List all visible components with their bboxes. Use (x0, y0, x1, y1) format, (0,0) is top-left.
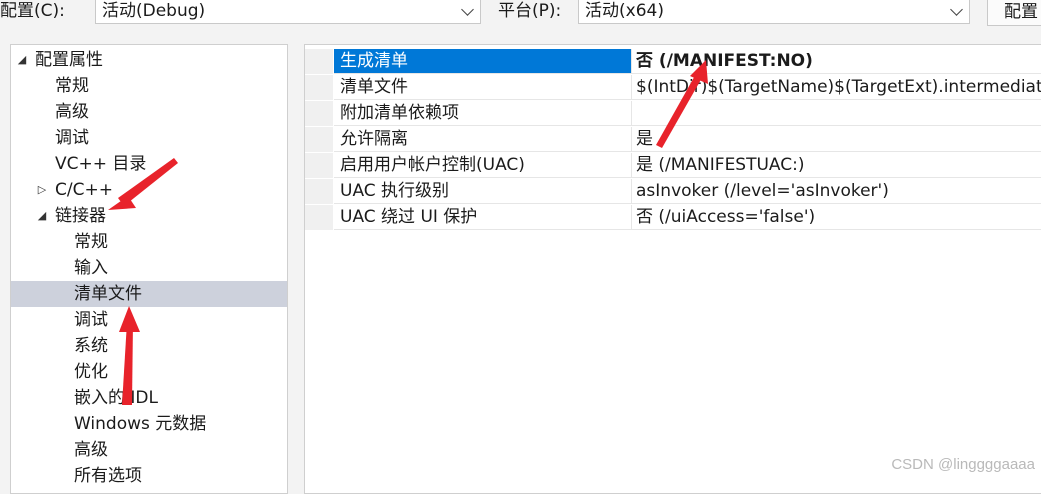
tree-item[interactable]: 嵌入的 IDL (11, 385, 287, 411)
tree-item[interactable]: 高级 (11, 99, 287, 125)
tree-item-label: 所有选项 (74, 466, 142, 486)
property-row[interactable]: 允许隔离是 (305, 127, 1041, 153)
platform-label: 平台(P): (498, 1, 562, 21)
property-grid: 生成清单否 (/MANIFEST:NO) 清单文件 $(IntDir)$(Targe… (304, 44, 1041, 494)
tree-item-label: 优化 (74, 362, 108, 382)
property-value[interactable]: 是 (632, 127, 1041, 152)
expand-arrow-icon[interactable]: ▷ (35, 177, 49, 203)
tree-item-label: Windows 元数据 (74, 414, 207, 434)
property-name[interactable]: 生成清单 (334, 49, 632, 74)
tree-item-label: 调试 (55, 128, 89, 148)
collapse-arrow-icon[interactable]: ◢ (15, 47, 29, 73)
property-value[interactable]: 否 (/uiAccess='false') (632, 205, 1041, 230)
tree-item-label: 输入 (74, 258, 108, 278)
property-row[interactable]: 附加清单依赖项 (305, 101, 1041, 127)
tree-item[interactable]: VC++ 目录 (11, 151, 287, 177)
property-name[interactable]: 附加清单依赖项 (334, 101, 632, 126)
tree-item[interactable]: ◢ 链接器 (11, 203, 287, 229)
platform-value: 活动(x64) (585, 1, 664, 21)
property-name[interactable]: UAC 绕过 UI 保护 (334, 205, 632, 230)
platform-dropdown[interactable]: 活动(x64) (578, 0, 970, 24)
tree-item-label: 系统 (74, 336, 108, 356)
tree-item[interactable]: 系统 (11, 333, 287, 359)
tree-item-label: 调试 (74, 310, 108, 330)
tree-item-label: 链接器 (55, 206, 106, 226)
tree-item[interactable]: ◢ 配置属性 (11, 47, 287, 73)
tree-item[interactable]: 调试 (11, 307, 287, 333)
tree-item-label: 清单文件 (74, 284, 142, 304)
row-gutter (305, 49, 333, 74)
tree-item-label: 常规 (74, 232, 108, 252)
tree-item[interactable]: 所有选项 (11, 463, 287, 489)
tree-item-label: 配置属性 (35, 50, 103, 70)
tree-item[interactable]: 调试 (11, 125, 287, 151)
row-gutter (305, 127, 333, 152)
tree-item[interactable]: 高级 (11, 437, 287, 463)
tree-item[interactable]: 清单文件 (11, 281, 287, 307)
property-value[interactable]: asInvoker (/level='asInvoker') (632, 179, 1041, 204)
tree-item[interactable]: 输入 (11, 255, 287, 281)
property-name[interactable]: UAC 执行级别 (334, 179, 632, 204)
tree-item-label: VC++ 目录 (55, 154, 147, 174)
property-value[interactable]: 是 (/MANIFESTUAC:) (632, 153, 1041, 178)
property-value[interactable]: 否 (/MANIFEST:NO) (632, 49, 1041, 74)
configuration-value: 活动(Debug) (102, 1, 206, 21)
row-gutter (305, 153, 333, 178)
row-gutter (305, 75, 333, 100)
property-row[interactable]: UAC 绕过 UI 保护否 (/uiAccess='false') (305, 205, 1041, 231)
tree-item[interactable]: 优化 (11, 359, 287, 385)
configuration-dropdown[interactable]: 活动(Debug) (95, 0, 481, 24)
tree-item[interactable]: 常规 (11, 73, 287, 99)
property-name[interactable]: 清单文件 (334, 75, 632, 100)
property-row[interactable]: 启用用户帐户控制(UAC) 是 (/MANIFESTUAC:) (305, 153, 1041, 179)
property-name[interactable]: 启用用户帐户控制(UAC) (334, 153, 632, 178)
watermark: CSDN @linggggaaaa (891, 456, 1035, 473)
tree-item-label: C/C++ (55, 180, 113, 200)
property-tree: ◢ 配置属性 常规 高级 调试 VC++ 目录 ▷ C/C++ ◢ 链接器 常规 输入 清单文件 调试 系统… (10, 44, 288, 494)
property-name[interactable]: 允许隔离 (334, 127, 632, 152)
row-gutter (305, 205, 333, 230)
property-row[interactable]: 清单文件 $(IntDir)$(TargetName)$(TargetExt).i… (305, 75, 1041, 101)
tree-item[interactable]: ▷ C/C++ (11, 177, 287, 203)
chevron-down-icon (950, 3, 963, 16)
property-row[interactable]: 生成清单否 (/MANIFEST:NO) (305, 49, 1041, 75)
property-value[interactable] (632, 101, 1041, 126)
configuration-label: 配置(C): (0, 1, 65, 21)
row-gutter (305, 179, 333, 204)
row-gutter (305, 101, 333, 126)
tree-item-label: 常规 (55, 76, 89, 96)
chevron-down-icon (461, 3, 474, 16)
tree-item-label: 高级 (74, 440, 108, 460)
property-value[interactable]: $(IntDir)$(TargetName)$(TargetExt).inter… (632, 75, 1041, 100)
tree-item-label: 嵌入的 IDL (74, 388, 158, 408)
tree-item[interactable]: 常规 (11, 229, 287, 255)
tree-item-label: 高级 (55, 102, 89, 122)
property-row[interactable]: UAC 执行级别 asInvoker (/level='asInvoker') (305, 179, 1041, 205)
configuration-manager-button[interactable]: 配置 (987, 0, 1041, 26)
tree-item[interactable]: Windows 元数据 (11, 411, 287, 437)
collapse-arrow-icon[interactable]: ◢ (35, 203, 49, 229)
configuration-toolbar: 配置(C): 活动(Debug) 平台(P): 活动(x64) 配置 (0, 0, 1041, 30)
